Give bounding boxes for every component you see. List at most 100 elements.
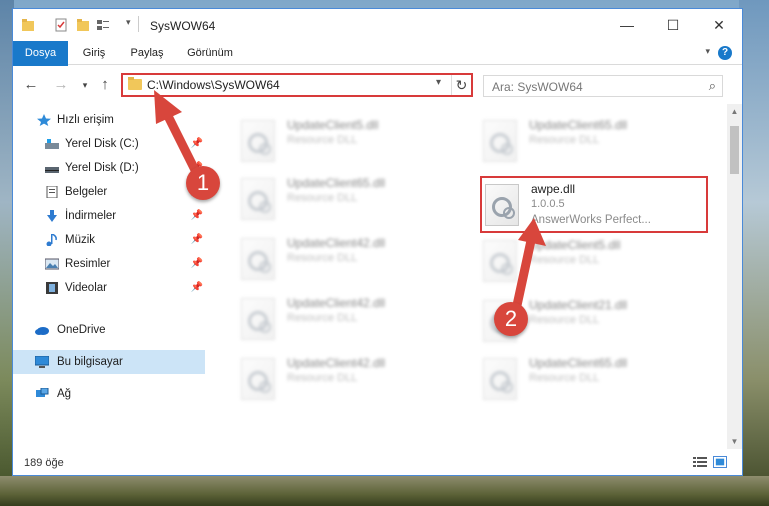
back-arrow-icon[interactable]: ← <box>21 76 41 93</box>
music-icon <box>46 234 57 246</box>
sidebar-item-videos[interactable]: Videolar 📌 <box>13 276 205 300</box>
item-count: 189 öğe <box>24 457 64 469</box>
minimize-icon: — <box>620 17 634 33</box>
pin-icon[interactable]: 📌 <box>191 276 203 300</box>
annotation-badge-2: 2 <box>494 302 528 336</box>
download-icon <box>47 210 57 222</box>
sidebar-item-label: Bu bilgisayar <box>57 356 123 368</box>
file-item[interactable]: UpdateClient42.dll Resource DLL <box>233 292 453 346</box>
file-type: Resource DLL <box>287 372 358 384</box>
forward-arrow-icon[interactable]: → <box>51 76 71 93</box>
search-icon[interactable]: ⌕ <box>709 78 716 94</box>
window-title: SysWOW64 <box>150 19 216 33</box>
minimize-button[interactable]: — <box>604 9 650 41</box>
pin-icon[interactable]: 📌 <box>191 252 203 276</box>
properties-icon[interactable] <box>54 18 68 32</box>
file-type: Resource DLL <box>287 134 358 146</box>
star-icon <box>37 114 51 126</box>
drive-icon <box>45 139 59 149</box>
sidebar-item-this-pc[interactable]: Bu bilgisayar <box>13 350 205 374</box>
file-item[interactable]: UpdateClient42.dll Resource DLL <box>233 232 453 286</box>
video-icon <box>46 282 58 294</box>
dll-file-icon <box>483 358 517 400</box>
pin-icon[interactable]: 📌 <box>191 228 203 252</box>
dll-file-icon <box>241 178 275 220</box>
file-type: Resource DLL <box>287 192 358 204</box>
file-type: Resource DLL <box>287 252 358 264</box>
dll-file-icon <box>241 120 275 162</box>
sidebar-item-label: Yerel Disk (D:) <box>65 162 139 174</box>
explorer-window: ▾ SysWOW64 — ☐ ✕ Dosya Giriş Paylaş Görü… <box>12 8 743 476</box>
pin-icon[interactable]: 📌 <box>191 204 203 228</box>
close-icon: ✕ <box>713 17 725 33</box>
sidebar-item-label: Videolar <box>65 282 107 294</box>
maximize-icon: ☐ <box>666 17 680 33</box>
new-folder-icon[interactable] <box>76 18 90 32</box>
pictures-icon <box>45 258 59 270</box>
recent-locations-chevron-icon[interactable]: ▾ <box>75 80 95 91</box>
drive-icon <box>45 167 59 173</box>
search-placeholder[interactable]: Ara: SysWOW64 <box>492 80 583 94</box>
file-name: UpdateClient65.dll <box>287 176 386 190</box>
file-item[interactable]: UpdateClient65.dll Resource DLL <box>475 352 695 406</box>
sidebar-item-label: İndirmeler <box>65 210 117 222</box>
sidebar-item-music[interactable]: Müzik 📌 <box>13 228 205 252</box>
tab-view[interactable]: Görünüm <box>181 41 239 65</box>
refresh-icon[interactable]: ↻ <box>451 75 471 95</box>
collapse-ribbon-chevron-icon[interactable]: ▾ <box>705 46 710 57</box>
file-list: UpdateClient5.dll Resource DLL UpdateCli… <box>219 104 727 449</box>
close-button[interactable]: ✕ <box>696 9 742 41</box>
file-name: UpdateClient5.dll <box>287 118 379 132</box>
network-icon <box>36 388 49 397</box>
sidebar-item-pictures[interactable]: Resimler 📌 <box>13 252 205 276</box>
tab-share[interactable]: Paylaş <box>123 41 171 65</box>
dll-file-icon <box>241 238 275 280</box>
status-bar: 189 öğe <box>13 449 742 475</box>
help-icon[interactable]: ? <box>718 46 732 60</box>
file-name: UpdateClient65.dll <box>529 356 628 370</box>
address-history-chevron-icon[interactable]: ▾ <box>436 77 441 88</box>
navigation-bar: ← → ▾ ↑ C:\Windows\SysWOW64 ▾ ↻ Ara: Sys… <box>13 66 742 104</box>
search-box[interactable]: Ara: SysWOW64 ⌕ <box>483 75 723 97</box>
title-separator <box>138 16 139 32</box>
folder-icon <box>22 19 34 31</box>
sidebar-item-label: Yerel Disk (C:) <box>65 138 139 150</box>
scroll-thumb[interactable] <box>730 126 739 174</box>
file-name: UpdateClient42.dll <box>287 356 386 370</box>
sidebar-item-label: Hızlı erişim <box>57 114 114 126</box>
title-bar: ▾ SysWOW64 — ☐ ✕ <box>13 9 742 41</box>
sidebar-item-label: OneDrive <box>57 324 106 336</box>
scroll-up-icon[interactable]: ▲ <box>727 104 742 119</box>
file-item[interactable]: UpdateClient65.dll Resource DLL <box>475 114 695 168</box>
up-arrow-icon[interactable]: ↑ <box>95 76 115 93</box>
scroll-down-icon[interactable]: ▼ <box>727 434 742 449</box>
large-icons-view-icon[interactable] <box>713 456 727 468</box>
file-item[interactable]: UpdateClient42.dll Resource DLL <box>233 352 453 406</box>
annotation-badge-1: 1 <box>186 166 220 200</box>
sidebar-item-downloads[interactable]: İndirmeler 📌 <box>13 204 205 228</box>
file-item[interactable]: UpdateClient65.dll Resource DLL <box>233 172 453 226</box>
documents-icon <box>46 186 58 198</box>
file-type: Resource DLL <box>529 134 600 146</box>
file-name: UpdateClient42.dll <box>287 296 386 310</box>
sidebar-item-label: Ağ <box>57 388 72 400</box>
file-name: UpdateClient65.dll <box>529 118 628 132</box>
folder-icon <box>128 77 142 90</box>
sidebar-item-label: Müzik <box>65 234 96 246</box>
tab-home[interactable]: Giriş <box>73 41 115 65</box>
computer-icon <box>35 356 49 368</box>
cloud-icon <box>35 327 49 335</box>
maximize-button[interactable]: ☐ <box>650 9 696 41</box>
details-view-icon[interactable] <box>693 456 707 468</box>
sidebar-item-network[interactable]: Ağ <box>13 382 205 406</box>
vertical-scrollbar[interactable]: ▲ ▼ <box>727 104 742 449</box>
dll-file-icon <box>483 120 517 162</box>
view-options-icon[interactable] <box>96 18 110 32</box>
dll-file-icon <box>241 358 275 400</box>
customize-toolbar-chevron-icon[interactable]: ▾ <box>126 17 131 28</box>
sidebar-item-onedrive[interactable]: OneDrive <box>13 318 205 342</box>
file-item[interactable]: UpdateClient5.dll Resource DLL <box>233 114 453 168</box>
file-type: Resource DLL <box>287 312 358 324</box>
sidebar-item-label: Belgeler <box>65 186 108 198</box>
file-name: UpdateClient42.dll <box>287 236 386 250</box>
